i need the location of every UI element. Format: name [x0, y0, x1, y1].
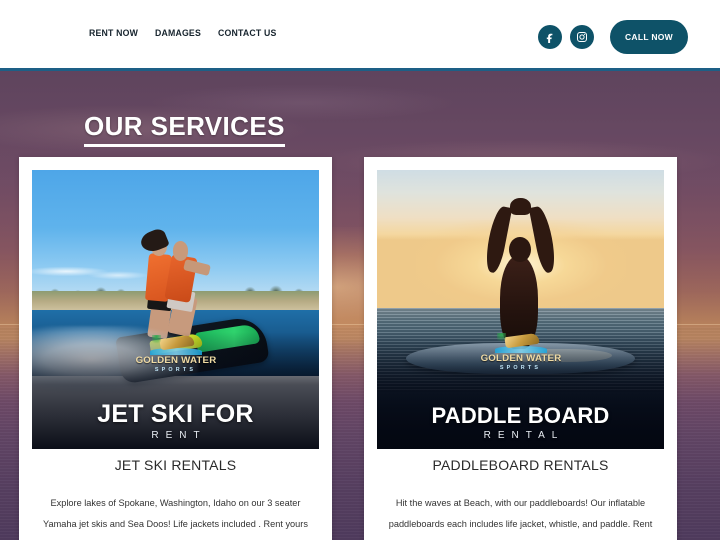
logo-mark-icon — [149, 335, 202, 356]
logo-mark-icon — [494, 333, 547, 354]
paddleboard-image-caption: PADDLE BOARD RENTAL — [377, 404, 664, 441]
paddleboard-card-description: Hit the waves at Beach, with our paddleb… — [388, 498, 653, 529]
photo-rider-male-head — [172, 241, 189, 261]
caption-headline: PADDLE BOARD — [431, 403, 610, 429]
photo-yogi-head — [509, 236, 531, 263]
paddleboard-card-image: GOLDEN WATER SPORTS PADDLE BOARD RENTAL — [377, 170, 664, 449]
call-now-button[interactable]: CALL NOW — [609, 20, 688, 54]
logo-brand-tagline: SPORTS — [154, 367, 197, 374]
service-card-paddleboard[interactable]: GOLDEN WATER SPORTS PADDLE BOARD RENTAL … — [364, 157, 677, 540]
logo-brand-tagline: SPORTS — [499, 365, 542, 372]
page-root: RENT NOW DAMAGES CONTACT US CALL NOW OUR… — [0, 0, 720, 540]
logo-palm-icon — [151, 335, 161, 348]
jet-ski-card-description: Explore lakes of Spokane, Washington, Id… — [43, 498, 308, 540]
facebook-icon[interactable] — [537, 25, 562, 49]
paddleboard-photo: GOLDEN WATER SPORTS PADDLE BOARD RENTAL — [377, 170, 664, 449]
main-navigation: RENT NOW DAMAGES CONTACT US — [89, 28, 282, 39]
nav-item-contact-us[interactable]: CONTACT US — [218, 28, 276, 39]
logo-brand-name: GOLDEN WATER — [480, 353, 561, 365]
caption-subline: RENTAL — [483, 430, 565, 441]
paddleboard-card-heading: PADDLEBOARD RENTALS — [432, 457, 609, 473]
jet-ski-image-caption: JET SKI FOR RENT — [32, 400, 319, 442]
nav-item-damages[interactable]: DAMAGES — [155, 28, 201, 39]
logo-wave-icon — [494, 346, 547, 354]
golden-water-sports-logo: GOLDEN WATER SPORTS — [130, 335, 222, 375]
caption-headline: JET SKI FOR — [97, 400, 254, 428]
logo-palm-icon — [496, 333, 506, 346]
golden-water-sports-logo: GOLDEN WATER SPORTS — [475, 333, 567, 373]
photo-yogi-hands — [510, 197, 531, 215]
service-card-jet-ski[interactable]: GOLDEN WATER SPORTS JET SKI FOR RENT JET… — [19, 157, 332, 540]
jet-ski-photo: GOLDEN WATER SPORTS JET SKI FOR RENT — [32, 170, 319, 449]
jet-ski-card-image: GOLDEN WATER SPORTS JET SKI FOR RENT — [32, 170, 319, 449]
instagram-icon[interactable] — [569, 25, 594, 49]
logo-wave-icon — [149, 348, 202, 356]
nav-item-rent-now[interactable]: RENT NOW — [89, 28, 138, 39]
services-card-grid: GOLDEN WATER SPORTS JET SKI FOR RENT JET… — [0, 0, 720, 540]
header-divider — [0, 68, 720, 71]
jet-ski-card-body: JET SKI RENTALS Explore lakes of Spokane… — [19, 457, 332, 540]
logo-brand-name: GOLDEN WATER — [135, 355, 216, 367]
header-inner: RENT NOW DAMAGES CONTACT US CALL NOW — [0, 0, 720, 70]
jet-ski-card-heading: JET SKI RENTALS — [114, 457, 237, 473]
paddleboard-card-body: PADDLEBOARD RENTALS Hit the waves at Bea… — [364, 457, 677, 534]
caption-subline: RENT — [151, 430, 207, 441]
site-header: RENT NOW DAMAGES CONTACT US CALL NOW — [0, 0, 720, 70]
header-actions: CALL NOW — [537, 20, 688, 54]
